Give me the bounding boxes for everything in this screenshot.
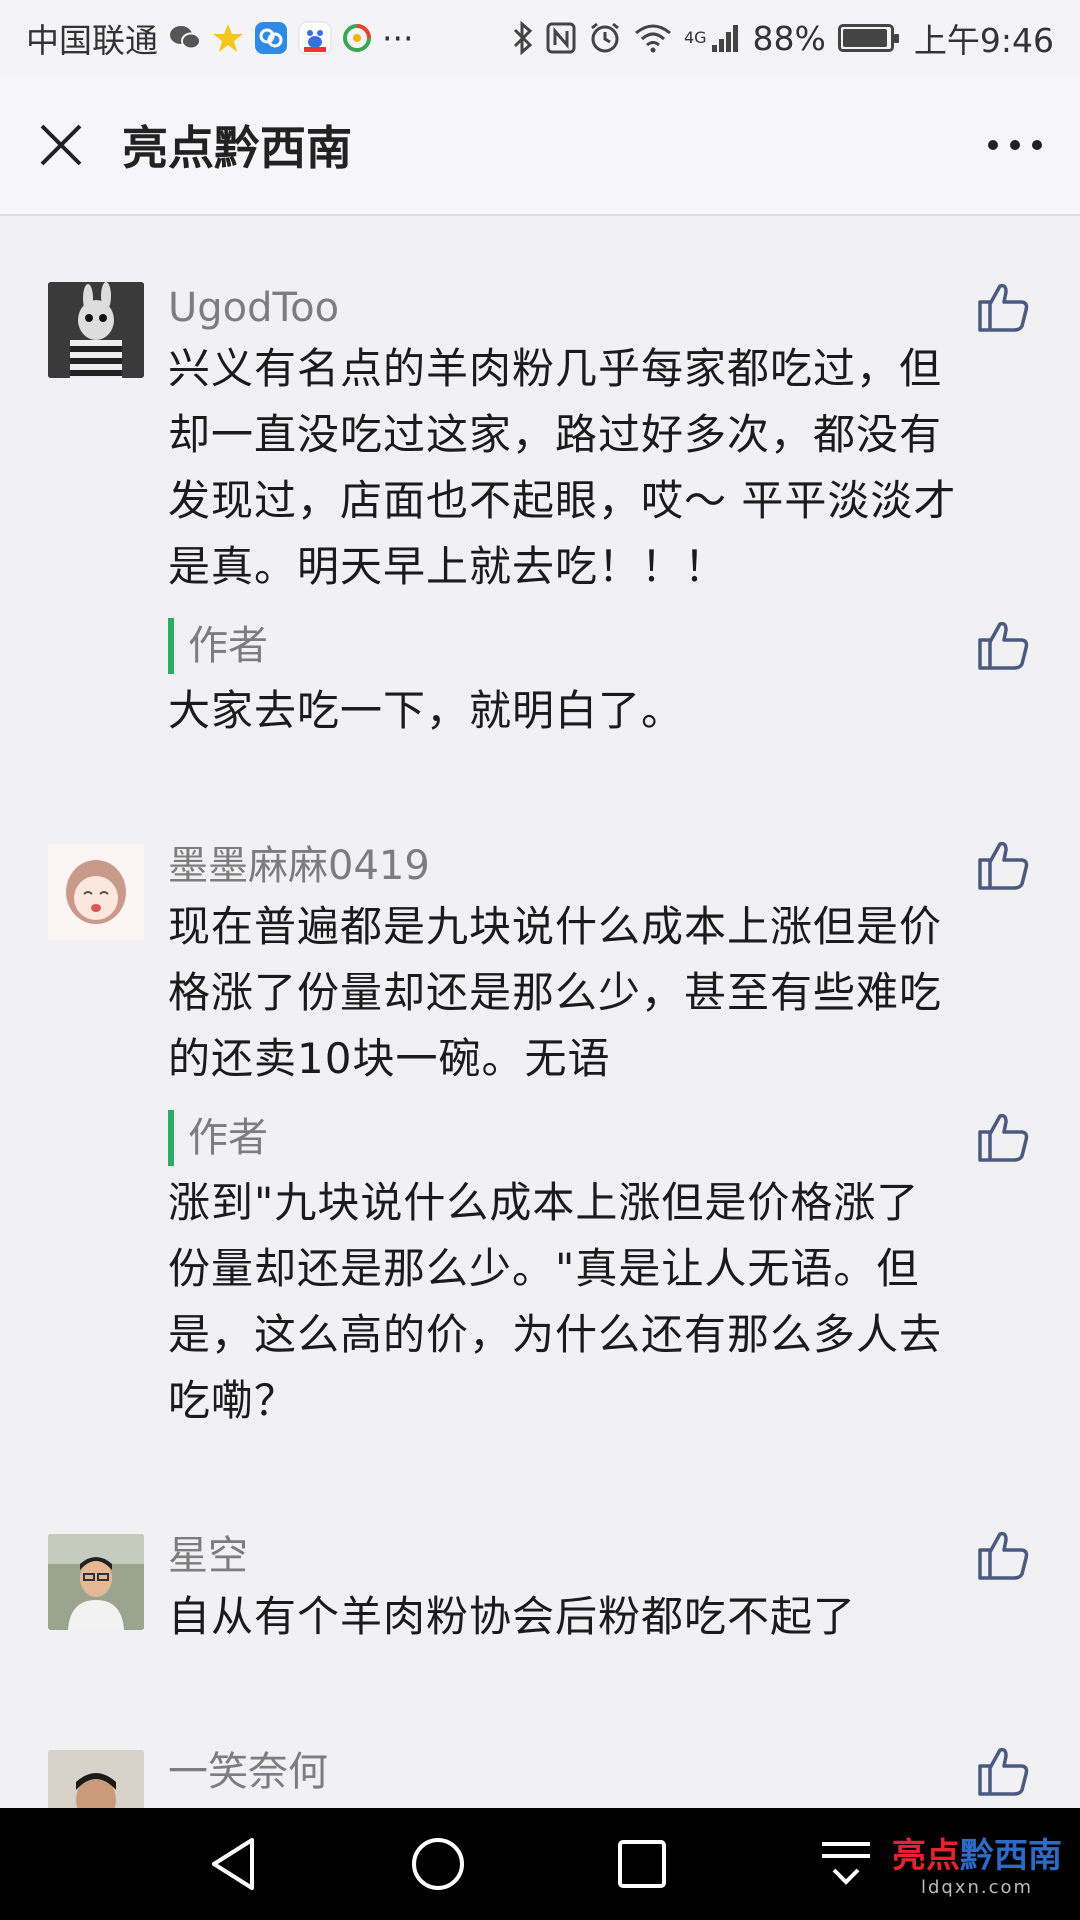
comment-nickname[interactable]: 一笑奈何	[168, 1744, 960, 1800]
avatar[interactable]	[48, 1534, 144, 1630]
watermark-logo: 亮点黔西南 ldqxn.com	[892, 1828, 1062, 1898]
like-icon[interactable]	[976, 1110, 1030, 1164]
back-nav-icon[interactable]	[200, 1830, 268, 1898]
comment-item: 星空 自从有个羊肉粉协会后粉都吃不起了	[0, 1528, 1080, 1650]
clock: 上午9:46	[913, 21, 1054, 60]
comment-nickname[interactable]: 墨墨麻麻0419	[168, 838, 960, 894]
battery-percent: 88%	[752, 18, 826, 58]
baidu-icon	[298, 21, 332, 55]
status-bar: 中国联通 ··· 4G 88% 上午9:46	[0, 0, 1080, 76]
avatar[interactable]	[48, 282, 144, 378]
comment-text: 现在普遍都是九块说什么成本上涨但是价格涨了份量却还是那么少，甚至有些难吃的还卖1…	[168, 902, 943, 1083]
wifi-icon	[634, 23, 672, 53]
like-icon[interactable]	[976, 838, 1030, 892]
close-button[interactable]	[0, 75, 122, 215]
like-icon[interactable]	[976, 1528, 1030, 1582]
battery-icon	[837, 24, 899, 52]
home-nav-icon[interactable]	[404, 1830, 472, 1898]
wechat-icon	[168, 23, 202, 53]
author-reply: 作者 涨到"九块说什么成本上涨但是价格涨了份量却还是那么少。"真是让人无语。但是…	[168, 1110, 1029, 1434]
close-icon	[40, 124, 82, 166]
comment-nickname[interactable]: UgodToo	[168, 280, 960, 336]
reply-text: 涨到"九块说什么成本上涨但是价格涨了份量却还是那么少。"真是让人无语。但是，这么…	[168, 1178, 943, 1425]
watermark-part-b: 黔西南	[960, 1836, 1062, 1876]
alarm-icon	[588, 21, 622, 55]
bluetooth-icon	[512, 21, 534, 55]
signal-icon	[711, 23, 741, 53]
like-icon[interactable]	[976, 1744, 1030, 1798]
watermark-domain: ldqxn.com	[920, 1877, 1034, 1898]
more-notifications-indicator: ···	[382, 18, 414, 58]
system-nav-bar: 亮点黔西南 ldqxn.com	[0, 1808, 1080, 1920]
comment-item: UgodToo 兴义有名点的羊肉粉几乎每家都吃过，但却一直没吃过这家，路过好多次…	[0, 280, 1080, 744]
author-reply: 作者 大家去吃一下，就明白了。	[168, 618, 1029, 744]
like-icon[interactable]	[976, 280, 1030, 334]
reply-text: 大家去吃一下，就明白了。	[168, 686, 685, 735]
watermark-part-a: 亮点	[892, 1836, 960, 1876]
more-options-button[interactable]	[950, 75, 1080, 215]
like-icon[interactable]	[976, 618, 1030, 672]
comment-list: UgodToo 兴义有名点的羊肉粉几乎每家都吃过，但却一直没吃过这家，路过好多次…	[0, 218, 1080, 1808]
comment-item: 墨墨麻麻0419 现在普遍都是九块说什么成本上涨但是价格涨了份量却还是那么少，甚…	[0, 838, 1080, 1434]
avatar[interactable]	[48, 844, 144, 940]
carrier-label: 中国联通	[26, 21, 158, 60]
colorful-app-icon	[342, 23, 372, 53]
recent-apps-nav-icon[interactable]	[608, 1830, 676, 1898]
comment-text: 自从有个羊肉粉协会后粉都吃不起了	[168, 1592, 857, 1641]
app-bar: 亮点黔西南	[0, 76, 1080, 216]
avatar[interactable]	[48, 1750, 144, 1808]
more-dots-icon	[988, 140, 1042, 150]
notification-pulldown-icon[interactable]	[812, 1830, 880, 1898]
comment-item: 一笑奈何	[0, 1744, 1080, 1808]
page-title: 亮点黔西南	[122, 121, 352, 175]
star-app-icon	[212, 22, 244, 54]
comment-text: 兴义有名点的羊肉粉几乎每家都吃过，但却一直没吃过这家，路过好多次，都没有发现过，…	[168, 344, 957, 591]
author-tag: 作者	[168, 1110, 960, 1166]
network-type-label: 4G	[683, 28, 707, 47]
author-tag: 作者	[168, 618, 960, 674]
blue-app-icon	[254, 21, 288, 55]
comment-nickname[interactable]: 星空	[168, 1528, 960, 1584]
nfc-icon	[546, 22, 576, 54]
